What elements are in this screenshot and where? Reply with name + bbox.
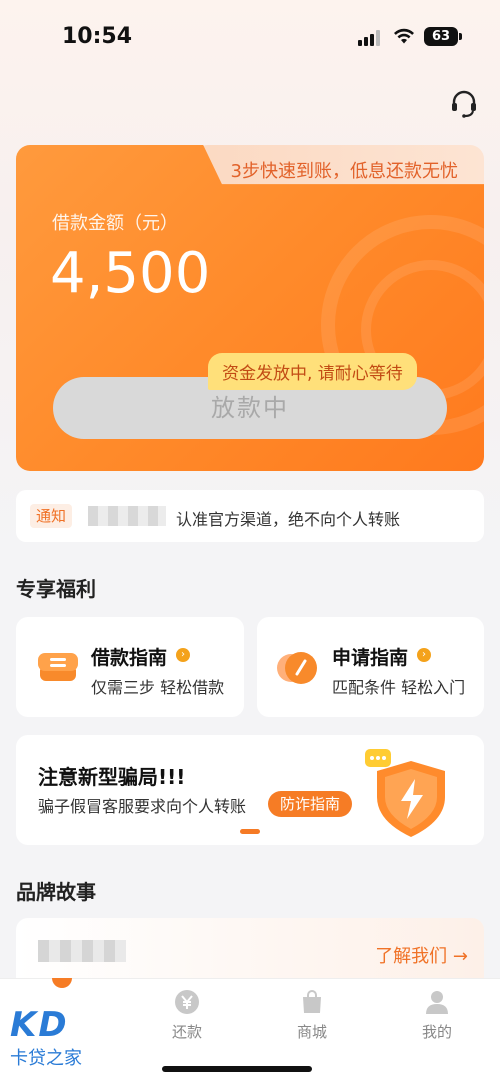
carousel-indicator xyxy=(240,829,260,834)
loan-amount-label: 借款金额（元） xyxy=(52,213,178,234)
chevron-right-icon: › xyxy=(176,648,190,662)
shopping-bag-icon xyxy=(303,990,321,1013)
loan-guide-desc: 仅需三步 轻松借款 xyxy=(91,678,225,697)
status-bar: 10:54 63 xyxy=(0,0,500,70)
loan-amount-value: 4,500 xyxy=(50,241,211,306)
notice-blurred-text xyxy=(88,506,166,526)
home-indicator-bar xyxy=(162,1066,312,1072)
fraud-warning-title: 注意新型骗局!!! xyxy=(38,765,186,789)
loan-guide-card[interactable]: 借款指南 › 仅需三步 轻松借款 xyxy=(16,617,244,717)
notice-bar[interactable]: 通知 认准官方渠道，绝不向个人转账 xyxy=(16,490,484,542)
tab-repay-label: 还款 xyxy=(171,1023,202,1041)
coin-stack-icon xyxy=(38,653,78,681)
wifi-icon xyxy=(394,28,414,44)
about-us-link[interactable]: 了解我们 → xyxy=(375,942,468,968)
chevron-right-icon: › xyxy=(417,648,431,662)
apply-guide-title: 申请指南 xyxy=(332,647,409,669)
shield-lightning-icon xyxy=(365,749,445,837)
disbursing-tooltip: 资金发放中, 请耐心等待 xyxy=(208,353,417,390)
loan-card-banner-text: 3步快速到账，低息还款无忧 xyxy=(230,161,458,182)
brand-section-title: 品牌故事 xyxy=(16,880,96,904)
welfare-section-title: 专享福利 xyxy=(16,577,96,601)
watermark-text: 卡贷之家 xyxy=(10,1048,82,1069)
badge-icon xyxy=(277,652,317,684)
battery-indicator: 63 xyxy=(424,27,462,46)
fraud-warning-card[interactable]: 注意新型骗局!!! 骗子假冒客服要求向个人转账 防诈指南 xyxy=(16,735,484,845)
loan-status-card: 3步快速到账，低息还款无忧 借款金额（元） 4,500 放款中 资金发放中, 请… xyxy=(16,145,484,471)
notice-text: 认准官方渠道，绝不向个人转账 xyxy=(176,510,401,529)
tab-mall[interactable]: 商城 xyxy=(272,989,352,1042)
tab-mall-label: 商城 xyxy=(296,1023,327,1041)
watermark-logo: KD xyxy=(10,1005,69,1045)
notice-tag: 通知 xyxy=(30,504,73,528)
tab-mine-label: 我的 xyxy=(421,1023,452,1041)
anti-fraud-guide-button[interactable]: 防诈指南 xyxy=(268,791,353,817)
tab-repay[interactable]: 还款 xyxy=(147,989,227,1042)
yen-icon xyxy=(175,990,199,1014)
loan-guide-title: 借款指南 xyxy=(91,647,168,669)
tab-mine[interactable]: 我的 xyxy=(397,989,477,1042)
status-time: 10:54 xyxy=(62,24,133,49)
brand-blurred-text xyxy=(38,940,126,962)
customer-service-icon[interactable] xyxy=(448,88,480,120)
cellular-signal-icon xyxy=(358,30,384,46)
user-icon xyxy=(426,991,448,1014)
apply-guide-desc: 匹配条件 轻松入门 xyxy=(332,678,466,697)
fraud-warning-desc: 骗子假冒客服要求向个人转账 xyxy=(38,797,247,816)
apply-guide-card[interactable]: 申请指南 › 匹配条件 轻松入门 xyxy=(257,617,484,717)
